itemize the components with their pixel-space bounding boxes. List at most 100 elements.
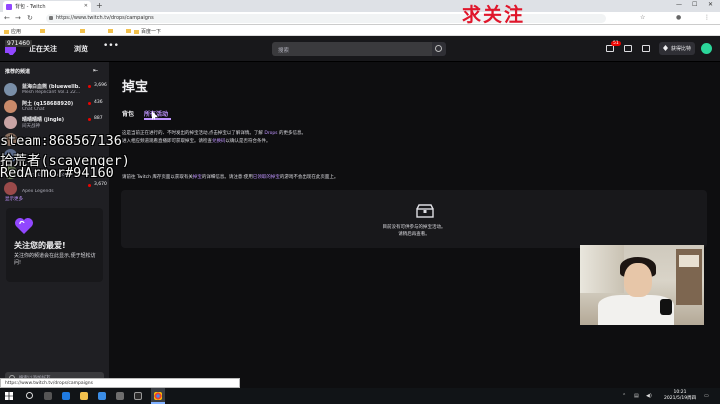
- heart-icon: [15, 218, 33, 234]
- bookmark-item[interactable]: [108, 28, 115, 34]
- redeem-link[interactable]: 兑换码: [212, 139, 226, 144]
- channel-avatar: [4, 83, 17, 96]
- drops-detail-link[interactable]: 掉宝: [193, 175, 202, 180]
- notification-badge: 51: [611, 41, 621, 46]
- bookmark-item[interactable]: [40, 28, 47, 34]
- collapse-sidebar-icon[interactable]: ⇤: [93, 67, 98, 74]
- bookmarks-bar: 应用 百度一下: [0, 25, 720, 36]
- viewer-count: 436: [94, 99, 103, 105]
- minimize-icon[interactable]: —: [676, 1, 682, 8]
- overlay-redarmor: RedArmor#94160: [0, 165, 114, 181]
- live-indicator-icon: [88, 184, 91, 187]
- maximize-icon[interactable]: ☐: [692, 1, 697, 8]
- task-view-icon[interactable]: [44, 392, 52, 400]
- viewer-count: 3,696: [94, 83, 107, 88]
- network-icon[interactable]: ▤: [634, 393, 639, 399]
- search-input[interactable]: 搜索: [272, 42, 432, 56]
- empty-campaigns-card: 目前没有可供参与的掉宝活动。 请稍后再查看。: [121, 190, 707, 248]
- tab-inventory[interactable]: 背包: [122, 109, 134, 118]
- bookmark-apps[interactable]: 应用: [4, 28, 21, 35]
- bookmark-item[interactable]: [126, 28, 133, 34]
- address-bar: ← → ↻ https://www.twitch.tv/drops/campai…: [0, 12, 720, 25]
- notifications-icon[interactable]: [624, 45, 632, 52]
- windows-taskbar: ⌃ ▤ ◀) 10:21 2021/5/19周四 ▭: [0, 388, 720, 404]
- drops-link[interactable]: Drops: [264, 131, 277, 136]
- show-more-link[interactable]: 显示更多: [5, 196, 23, 202]
- channel-avatar: [4, 182, 17, 195]
- edge-icon[interactable]: [62, 392, 70, 400]
- browser-status-url: https://www.twitch.tv/drops/campaigns: [0, 378, 240, 388]
- search-icon[interactable]: [432, 42, 446, 56]
- browser-tab-title: 背包 - Twitch: [15, 4, 46, 10]
- close-tab-icon[interactable]: ✕: [84, 3, 88, 9]
- empty-submessage: 请稍后再查看。: [398, 232, 430, 237]
- file-explorer-icon[interactable]: [80, 392, 88, 400]
- profile-icon[interactable]: ●: [676, 14, 681, 21]
- nav-following[interactable]: 正在关注: [29, 44, 57, 54]
- clock-date: 2021/5/19周四: [664, 396, 697, 401]
- close-window-icon[interactable]: ✕: [708, 1, 713, 8]
- forward-icon[interactable]: →: [15, 14, 21, 22]
- channel-game: Apex Legends: [22, 189, 54, 194]
- new-tab-button[interactable]: +: [96, 1, 103, 10]
- app-icon[interactable]: [116, 392, 124, 400]
- live-indicator-icon: [88, 118, 91, 121]
- channel-name: 晴晴晴晴 (jingle): [22, 117, 64, 123]
- page-title: 掉宝: [122, 80, 149, 95]
- empty-message: 目前没有可供参与的掉宝活动。: [382, 225, 446, 230]
- bookmark-item[interactable]: [80, 28, 87, 34]
- notification-center-icon[interactable]: ▭: [704, 393, 709, 399]
- twitch-top-nav: 正在关注 浏览 ••• 搜索 51 获得比特: [0, 36, 720, 62]
- viewer-count: 3,670: [94, 182, 107, 187]
- back-icon[interactable]: ←: [4, 14, 10, 22]
- channel-avatar: [4, 116, 17, 129]
- info-line-1: 这是当前正在进行的、不时发出的掉宝活动,点击掉宝以了解详情。了解 Drops 的…: [122, 131, 306, 136]
- app-icon[interactable]: [98, 392, 106, 400]
- promo-title: 关注您的最爱!: [14, 241, 66, 250]
- inbox-icon[interactable]: [606, 45, 614, 52]
- promo-text: 关注你的频道会在此显示,便于轻松访问!: [14, 253, 96, 266]
- treasure-chest-icon: [416, 204, 434, 218]
- nav-browse[interactable]: 浏览: [74, 44, 88, 54]
- live-indicator-icon: [88, 85, 91, 88]
- user-avatar[interactable]: [700, 42, 713, 55]
- browser-tab[interactable]: 背包 - Twitch ✕: [3, 1, 91, 12]
- volume-icon[interactable]: ◀): [646, 393, 652, 399]
- app-icon[interactable]: [134, 392, 142, 400]
- sidebar-channel[interactable]: 晴晴晴晴 (jingle) 间天战神 887: [4, 114, 107, 132]
- follow-request-banner: 求关注: [462, 4, 526, 26]
- chrome-icon: [154, 392, 162, 400]
- search-icon[interactable]: [26, 392, 33, 399]
- whispers-icon[interactable]: [642, 45, 650, 52]
- sidebar-channel[interactable]: 阿土 (q158688920) Chat Chat 436: [4, 98, 107, 116]
- overlay-uid: 971460: [5, 40, 32, 47]
- channel-game: Chat Chat: [22, 106, 45, 112]
- lock-icon: [49, 16, 53, 20]
- active-tab-indicator: [144, 118, 171, 120]
- sidebar: 推荐的频道 ⇤ 蓝海白血熊 (bluewellb... Mesh Replican…: [0, 62, 109, 388]
- follow-promo-card: 关注您的最爱! 关注你的频道会在此显示,便于轻松访问!: [6, 208, 103, 282]
- channel-game: Mesh Replicant Vol.1 22...: [22, 90, 81, 95]
- taskbar-clock[interactable]: 10:21 2021/5/19周四: [664, 390, 696, 402]
- tray-arrow-icon[interactable]: ⌃: [622, 393, 626, 399]
- browser-tab-bar: 背包 - Twitch ✕ + — ☐ ✕: [0, 0, 720, 12]
- channel-name: 阿土 (q158688920): [22, 100, 74, 107]
- channel-avatar: [4, 99, 17, 113]
- bookmark-baidu[interactable]: 百度一下: [134, 28, 161, 35]
- info-line-2: 进入相应频道观看直播即可获取掉宝。请检查兑换码以确认是否符合条件。: [122, 139, 271, 144]
- twitch-favicon-icon: [6, 4, 12, 10]
- url-text: https://www.twitch.tv/drops/campaigns: [56, 15, 154, 21]
- sidebar-channel[interactable]: 蓝海白血熊 (bluewellb... Mesh Replicant Vol.1 …: [4, 81, 107, 99]
- info-line-3: 请前往 Twitch 库存页面以获取有关掉宝的详细信息。请注意:使用已领取的掉宝…: [122, 175, 339, 180]
- reload-icon[interactable]: ↻: [27, 14, 33, 22]
- star-icon[interactable]: ☆: [640, 14, 645, 21]
- live-indicator-icon: [88, 101, 91, 105]
- claimed-drops-link[interactable]: 已领取的掉宝: [253, 175, 280, 180]
- menu-icon[interactable]: ⋮: [704, 14, 710, 21]
- channel-name: 蓝海白血熊 (bluewellb...: [22, 84, 80, 90]
- get-bits-button[interactable]: 获得比特: [659, 42, 695, 55]
- windows-start-icon[interactable]: [5, 392, 13, 400]
- more-icon[interactable]: •••: [103, 41, 119, 51]
- overlay-steam-id: steam:868567136: [0, 133, 122, 149]
- channel-game: 间天战神: [22, 124, 40, 129]
